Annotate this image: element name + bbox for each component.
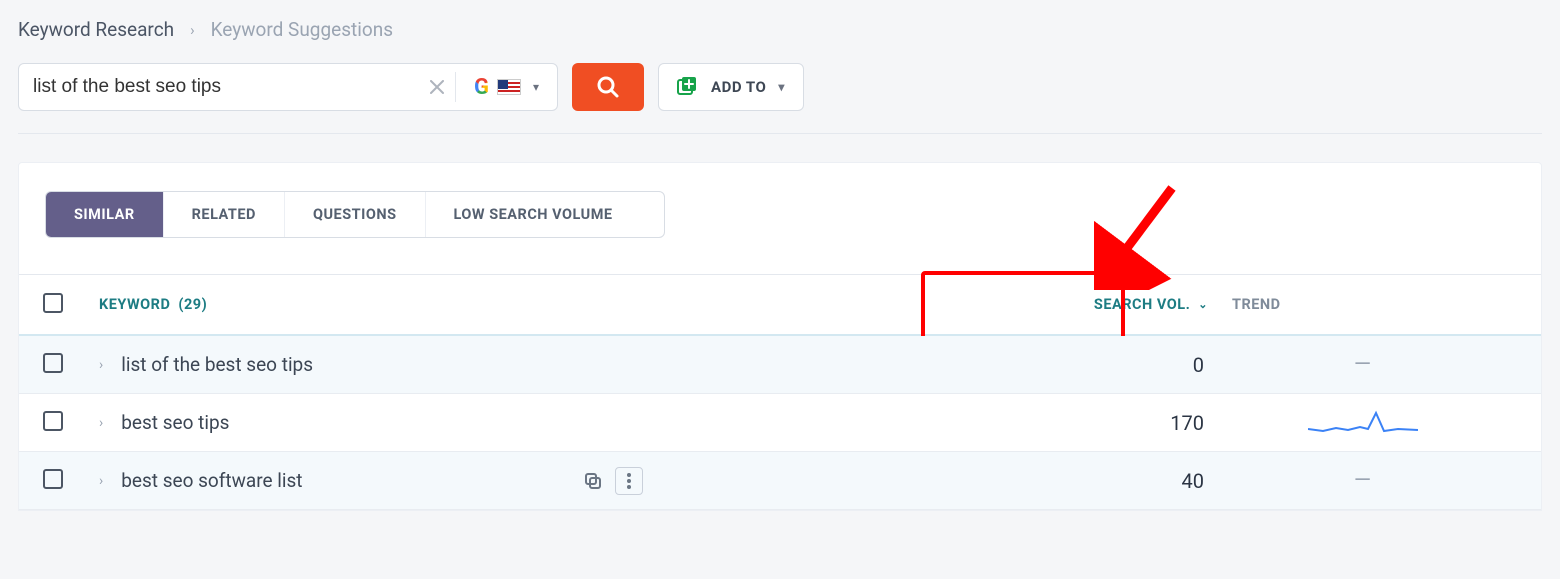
clear-icon[interactable]	[419, 75, 455, 99]
sort-desc-icon: ⌄	[1198, 298, 1208, 311]
expand-icon[interactable]: ›	[99, 415, 103, 431]
add-to-list-icon	[677, 76, 699, 98]
table-header: KEYWORD (29) SEARCH VOL. ⌄ TREND	[19, 274, 1541, 336]
search-box: G ▾	[18, 63, 558, 111]
search-volume-value: 0	[1008, 353, 1208, 377]
table-row: › best seo software list 40—	[19, 452, 1541, 510]
keyword-search-input[interactable]	[19, 64, 419, 110]
tab-similar[interactable]: SIMILAR	[46, 192, 164, 237]
row-checkbox[interactable]	[43, 469, 63, 489]
table-row: › list of the best seo tips 0—	[19, 336, 1541, 394]
search-volume-value: 170	[1008, 411, 1208, 435]
keyword-text[interactable]: list of the best seo tips	[121, 353, 313, 376]
search-button[interactable]	[572, 63, 644, 111]
row-checkbox[interactable]	[43, 353, 63, 373]
toolbar: G ▾ ADD TO ▾	[0, 47, 1560, 133]
us-flag-icon	[497, 79, 521, 95]
tab-related[interactable]: RELATED	[164, 192, 285, 237]
column-search-vol-label: SEARCH VOL.	[1094, 296, 1190, 313]
column-keyword-label: KEYWORD	[99, 296, 170, 313]
tab-questions[interactable]: QUESTIONS	[285, 192, 426, 237]
trend-cell	[1208, 409, 1517, 437]
chevron-down-icon: ▾	[778, 80, 785, 94]
annotation-arrow	[1094, 180, 1184, 290]
more-icon[interactable]	[615, 467, 643, 495]
trend-cell: —	[1208, 468, 1517, 493]
trend-cell: —	[1208, 352, 1517, 377]
keyword-text[interactable]: best seo tips	[121, 411, 229, 434]
copy-icon[interactable]	[579, 467, 607, 495]
column-search-vol[interactable]: SEARCH VOL. ⌄	[1008, 296, 1208, 313]
column-keyword[interactable]: KEYWORD (29)	[99, 296, 699, 313]
row-hover-actions	[579, 467, 643, 495]
breadcrumb-current: Keyword Suggestions	[211, 18, 393, 41]
select-all-checkbox[interactable]	[43, 293, 63, 313]
search-volume-value: 40	[1008, 469, 1208, 493]
google-icon: G	[474, 75, 489, 100]
column-trend-label: TREND	[1232, 296, 1281, 313]
keyword-count: (29)	[178, 296, 207, 313]
keyword-text[interactable]: best seo software list	[121, 469, 302, 492]
tab-low-search-volume[interactable]: LOW SEARCH VOLUME	[426, 192, 641, 237]
divider	[18, 133, 1542, 134]
breadcrumb-root[interactable]: Keyword Research	[18, 18, 174, 41]
add-to-button[interactable]: ADD TO ▾	[658, 63, 804, 111]
tab-group: SIMILARRELATEDQUESTIONSLOW SEARCH VOLUME	[45, 191, 665, 238]
chevron-down-icon: ▾	[533, 80, 539, 94]
trend-sparkline	[1308, 409, 1418, 437]
results-panel: SIMILARRELATEDQUESTIONSLOW SEARCH VOLUME…	[18, 162, 1542, 511]
expand-icon[interactable]: ›	[99, 473, 103, 489]
chevron-right-icon: ›	[190, 21, 195, 39]
row-checkbox[interactable]	[43, 411, 63, 431]
search-icon	[596, 75, 620, 99]
expand-icon[interactable]: ›	[99, 357, 103, 373]
add-to-label: ADD TO	[711, 78, 766, 96]
table-row: › best seo tips 170	[19, 394, 1541, 452]
search-engine-selector[interactable]: G ▾	[456, 75, 557, 100]
column-trend[interactable]: TREND	[1208, 296, 1517, 313]
breadcrumb: Keyword Research › Keyword Suggestions	[0, 0, 1560, 47]
